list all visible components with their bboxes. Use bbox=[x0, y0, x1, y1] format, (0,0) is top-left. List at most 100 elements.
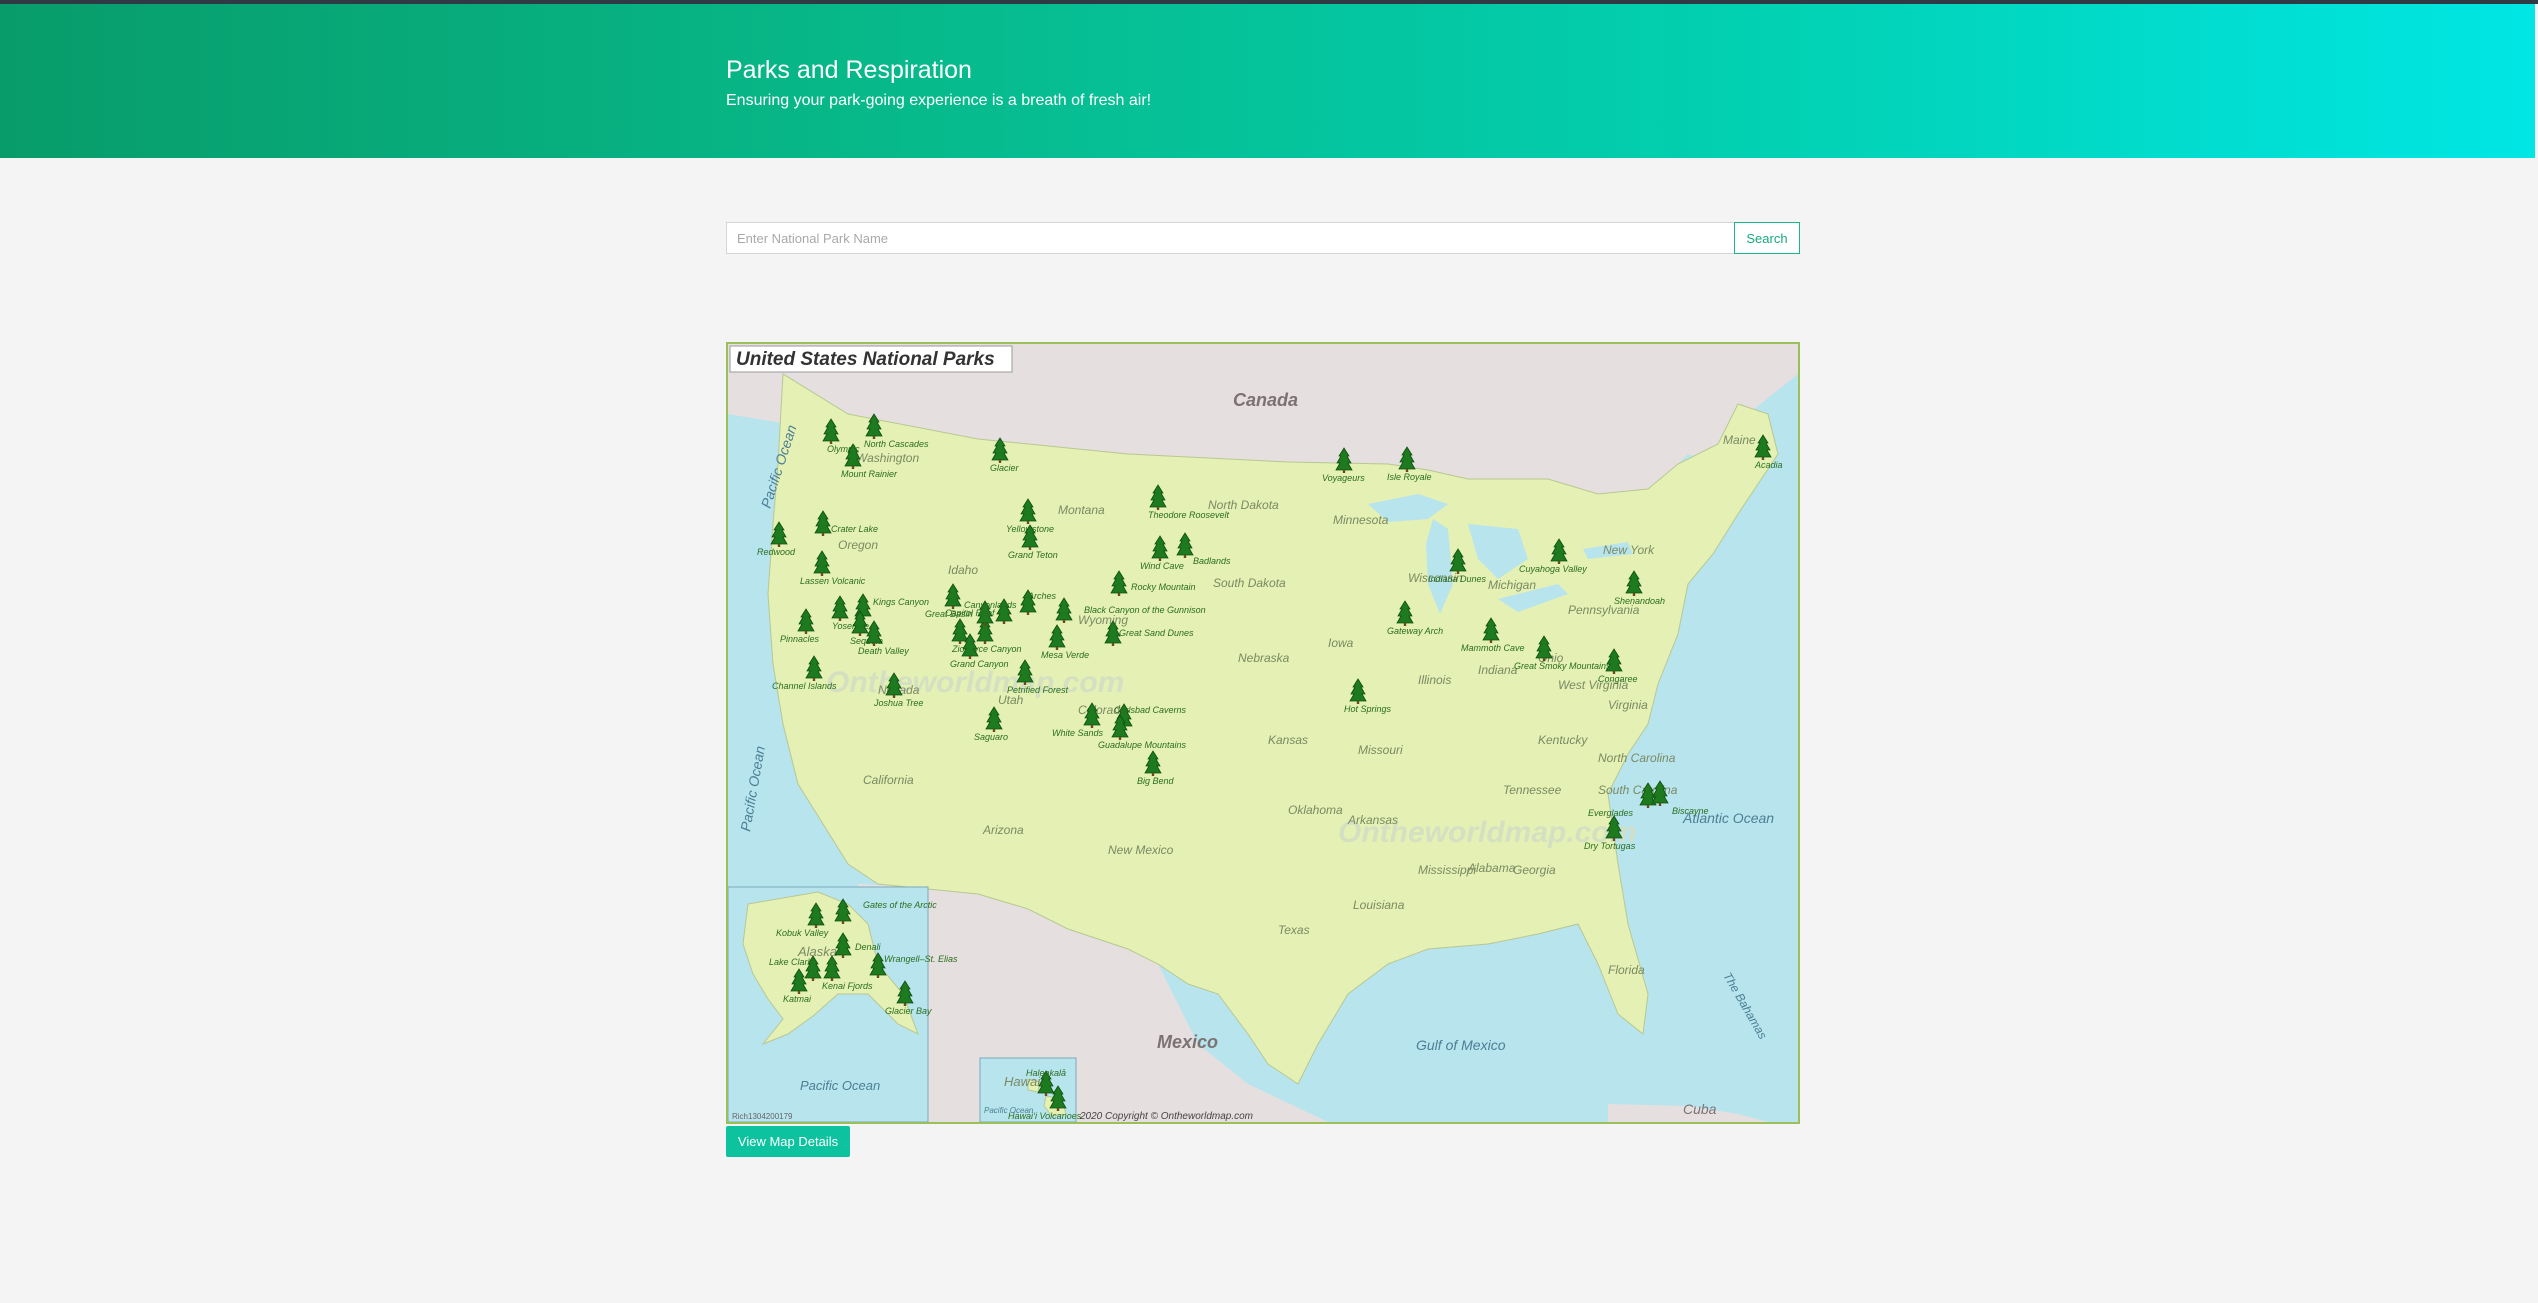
park-label: Petrified Forest bbox=[1007, 685, 1069, 695]
park-label: Mesa Verde bbox=[1041, 650, 1089, 660]
state-label: Nebraska bbox=[1238, 651, 1290, 665]
park-label: Big Bend bbox=[1137, 776, 1175, 786]
park-label: Redwood bbox=[757, 547, 796, 557]
park-label: Acadia bbox=[1754, 460, 1783, 470]
park-label: Dry Tortugas bbox=[1584, 841, 1636, 851]
park-label: Gates of the Arctic bbox=[863, 900, 937, 910]
park-label: Rocky Mountain bbox=[1131, 582, 1196, 592]
state-label: Kansas bbox=[1268, 733, 1308, 747]
park-label: Everglades bbox=[1588, 808, 1634, 818]
state-label: Utah bbox=[998, 693, 1024, 707]
park-label: Congaree bbox=[1598, 674, 1638, 684]
park-label: Haleakalā bbox=[1026, 1068, 1066, 1078]
park-label: Theodore Roosevelt bbox=[1148, 510, 1230, 520]
park-label: Hot Springs bbox=[1344, 704, 1392, 714]
hero-banner: Parks and Respiration Ensuring your park… bbox=[0, 4, 2535, 158]
park-label: Death Valley bbox=[858, 646, 909, 656]
search-bar: Search bbox=[726, 222, 1800, 254]
state-label: Georgia bbox=[1513, 863, 1556, 877]
park-label: Carlsbad Caverns bbox=[1114, 705, 1187, 715]
park-label: Guadalupe Mountains bbox=[1098, 740, 1187, 750]
park-label: Great Sand Dunes bbox=[1119, 628, 1194, 638]
state-label: Idaho bbox=[948, 563, 978, 577]
park-label: Lake Clark bbox=[769, 957, 813, 967]
park-label: Glacier Bay bbox=[885, 1006, 932, 1016]
state-label: Alabama bbox=[1467, 861, 1516, 875]
watermark-1: Ontheworldmap.com bbox=[826, 666, 1124, 699]
park-label: North Cascades bbox=[864, 439, 929, 449]
state-label: Louisiana bbox=[1353, 898, 1405, 912]
park-label: Grand Canyon bbox=[950, 659, 1009, 669]
park-label: Channel Islands bbox=[772, 681, 837, 691]
park-label: Gateway Arch bbox=[1387, 626, 1443, 636]
park-label: Lassen Volcanic bbox=[800, 576, 866, 586]
park-label: Canyonlands bbox=[964, 600, 1017, 610]
label-cuba: Cuba bbox=[1683, 1101, 1717, 1117]
park-label: Denali bbox=[855, 942, 882, 952]
park-label: Grand Teton bbox=[1008, 550, 1058, 560]
park-label: Crater Lake bbox=[831, 524, 878, 534]
state-label: Missouri bbox=[1358, 743, 1403, 757]
park-label: Indiana Dunes bbox=[1428, 574, 1487, 584]
state-label: Minnesota bbox=[1333, 513, 1389, 527]
national-parks-map: United States National Parks Canada Mexi… bbox=[726, 342, 1800, 1124]
state-label: Virginia bbox=[1608, 698, 1648, 712]
state-label: New York bbox=[1603, 543, 1655, 557]
state-label: Iowa bbox=[1328, 636, 1354, 650]
label-canada: Canada bbox=[1233, 390, 1298, 410]
park-label: Voyageurs bbox=[1322, 473, 1365, 483]
state-label: North Carolina bbox=[1598, 751, 1676, 765]
park-label: Kings Canyon bbox=[873, 597, 929, 607]
state-label: Montana bbox=[1058, 503, 1105, 517]
label-mexico: Mexico bbox=[1157, 1032, 1218, 1052]
park-label: Glacier bbox=[990, 463, 1020, 473]
park-label: Joshua Tree bbox=[873, 698, 923, 708]
site-title: Parks and Respiration bbox=[726, 56, 972, 84]
state-label: Kentucky bbox=[1538, 733, 1588, 747]
park-label: Isle Royale bbox=[1387, 472, 1432, 482]
park-label: Shenandoah bbox=[1614, 596, 1665, 606]
park-search-input[interactable] bbox=[726, 222, 1734, 254]
site-tagline: Ensuring your park-going experience is a… bbox=[726, 92, 1152, 109]
map-svg: United States National Parks Canada Mexi… bbox=[728, 344, 1798, 1122]
state-label: Illinois bbox=[1418, 673, 1451, 687]
state-label: Indiana bbox=[1478, 663, 1518, 677]
state-label: Oklahoma bbox=[1288, 803, 1343, 817]
map-title: United States National Parks bbox=[736, 349, 995, 370]
state-label: Arkansas bbox=[1347, 813, 1398, 827]
park-label: White Sands bbox=[1052, 728, 1104, 738]
state-label: New Mexico bbox=[1108, 843, 1174, 857]
park-label: Mount Rainier bbox=[841, 469, 898, 479]
map-copyright: 2020 Copyright © Ontheworldmap.com bbox=[1079, 1111, 1253, 1122]
park-label: Cuyahoga Valley bbox=[1519, 564, 1587, 574]
park-label: Pinnacles bbox=[780, 634, 820, 644]
map-code: Rich1304200179 bbox=[732, 1112, 793, 1121]
state-label: Arizona bbox=[982, 823, 1024, 837]
park-label: Wrangell–St. Elias bbox=[884, 954, 958, 964]
state-label: Oregon bbox=[838, 538, 878, 552]
park-label: Biscayne bbox=[1672, 806, 1709, 816]
label-gulf: Gulf of Mexico bbox=[1416, 1037, 1506, 1053]
state-label: Washington bbox=[856, 451, 919, 465]
park-label: Wind Cave bbox=[1140, 561, 1184, 571]
park-label: Kenai Fjords bbox=[822, 981, 873, 991]
park-label: Arches bbox=[1027, 591, 1057, 601]
state-label: Michigan bbox=[1488, 578, 1536, 592]
park-label: Great Smoky Mountains bbox=[1514, 661, 1611, 671]
park-label: Katmai bbox=[783, 994, 812, 1004]
view-map-details-button[interactable]: View Map Details bbox=[726, 1126, 850, 1157]
state-label: Maine bbox=[1723, 433, 1756, 447]
state-label: Tennessee bbox=[1503, 783, 1562, 797]
park-label: Mammoth Cave bbox=[1461, 643, 1525, 653]
park-label: Hawaiʻi Volcanoes bbox=[1008, 1111, 1082, 1121]
park-label: Black Canyon of the Gunnison bbox=[1084, 605, 1206, 615]
state-label: Wyoming bbox=[1078, 613, 1128, 627]
state-label: South Dakota bbox=[1213, 576, 1286, 590]
label-pacific-alaska: Pacific Ocean bbox=[800, 1078, 880, 1093]
park-label: Kobuk Valley bbox=[776, 928, 829, 938]
search-button[interactable]: Search bbox=[1734, 222, 1800, 254]
state-label: Florida bbox=[1608, 963, 1645, 977]
state-label: California bbox=[863, 773, 914, 787]
park-label: Badlands bbox=[1193, 556, 1231, 566]
park-label: Saguaro bbox=[974, 732, 1008, 742]
